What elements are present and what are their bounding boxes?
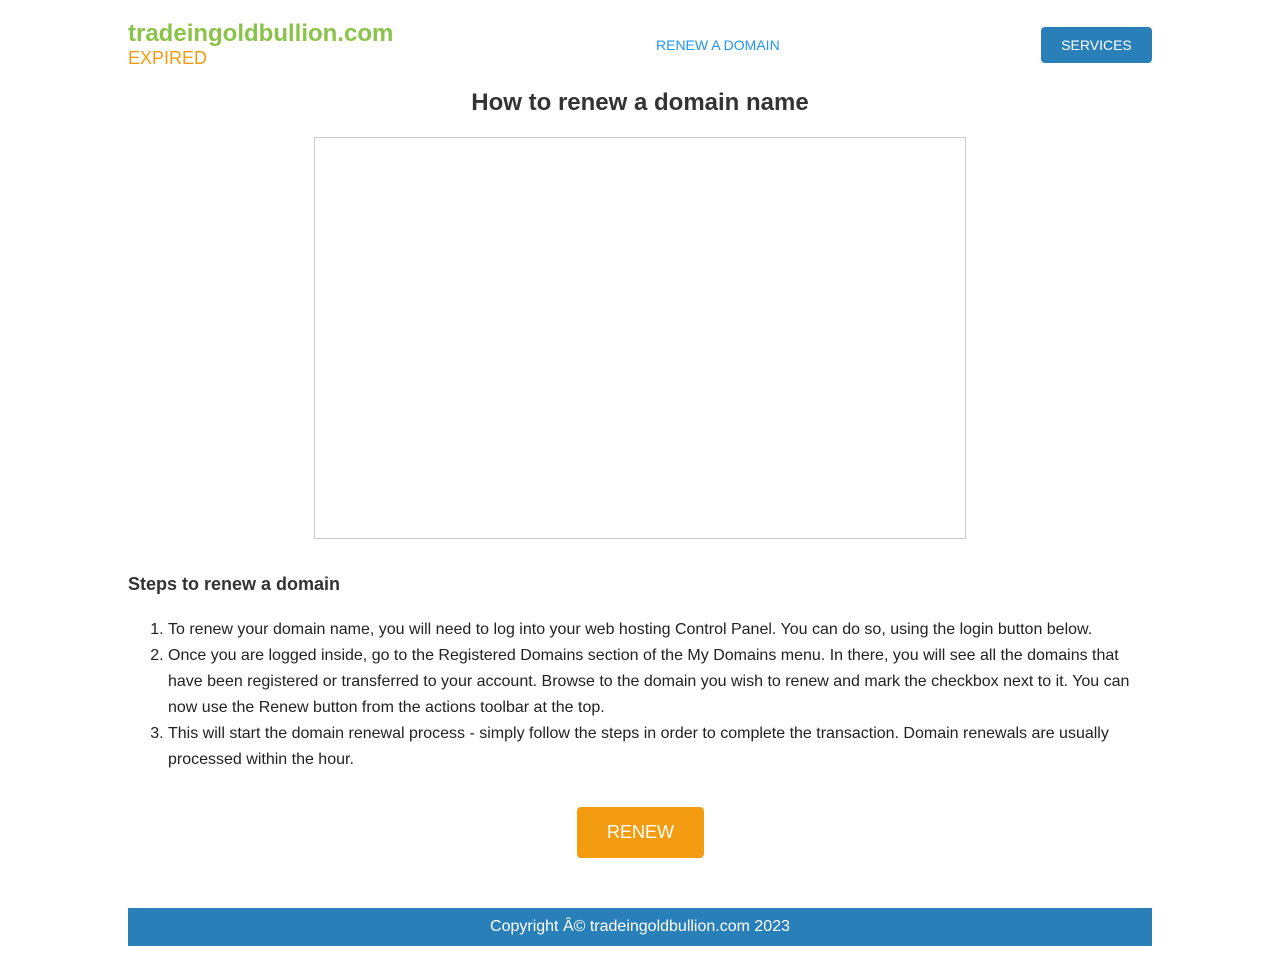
list-item: To renew your domain name, you will need… <box>168 617 1152 643</box>
renew-button[interactable]: RENEW <box>577 807 704 858</box>
logo[interactable]: tradeingoldbullion.com EXPIRED <box>128 20 393 68</box>
list-item: This will start the domain renewal proce… <box>168 721 1152 773</box>
status-label: EXPIRED <box>128 48 208 68</box>
site-name: tradeingoldbullion.com <box>128 20 394 47</box>
video-embed[interactable] <box>314 137 966 539</box>
services-button[interactable]: SERVICES <box>1041 27 1152 63</box>
nav-renew-domain-link[interactable]: RENEW A DOMAIN <box>656 37 780 53</box>
page-title: How to renew a domain name <box>471 89 809 116</box>
copyright-text: Copyright Â© tradeingoldbullion.com 2023 <box>490 918 790 935</box>
footer: Copyright Â© tradeingoldbullion.com 2023 <box>128 908 1152 946</box>
steps-list: To renew your domain name, you will need… <box>128 617 1152 773</box>
list-item: Once you are logged inside, go to the Re… <box>168 643 1152 721</box>
steps-heading: Steps to renew a domain <box>128 574 341 594</box>
